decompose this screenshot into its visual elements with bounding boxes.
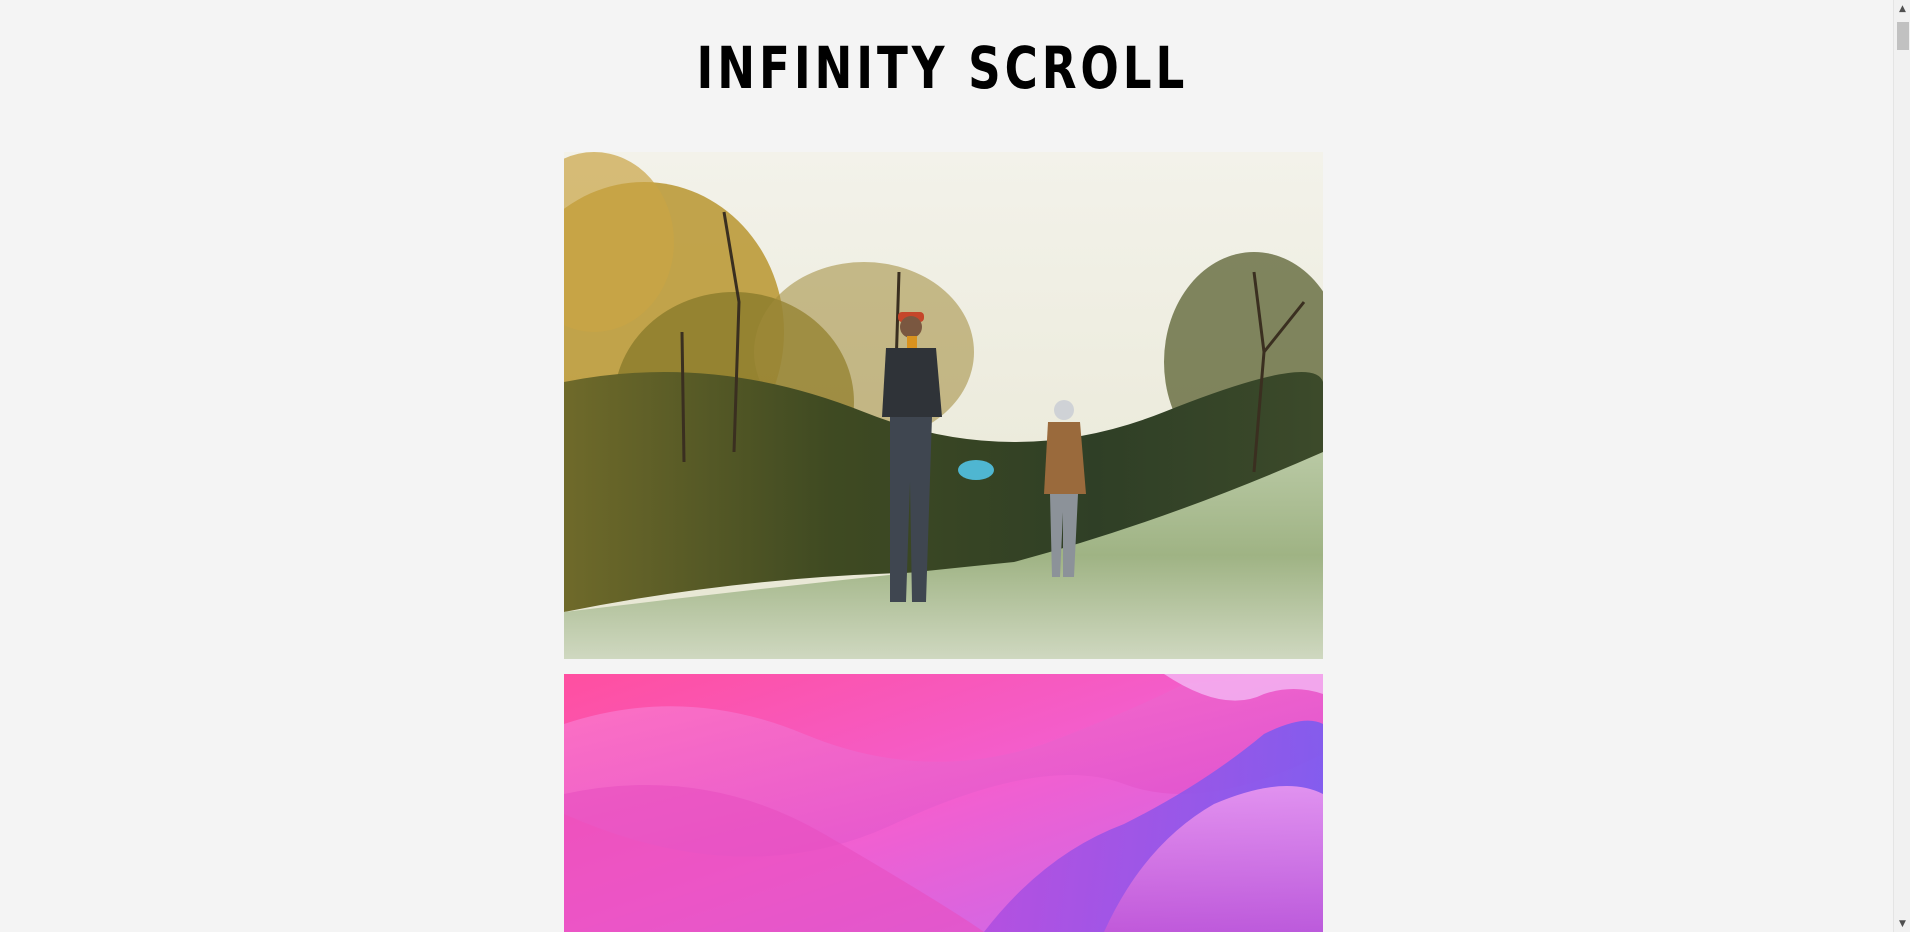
feed-image-1[interactable]: [564, 152, 1323, 659]
abstract-waves-photo: [564, 674, 1323, 932]
scroll-up-icon[interactable]: ▲: [1894, 0, 1910, 17]
page-title: INFINITY SCROLL: [696, 34, 1189, 102]
page-viewport: INFINITY SCROLL: [0, 0, 1893, 932]
feed-image-2[interactable]: [564, 674, 1323, 932]
outdoor-photo: [564, 152, 1323, 659]
scrollbar-thumb[interactable]: [1897, 22, 1909, 50]
vertical-scrollbar[interactable]: ▲ ▼: [1893, 0, 1910, 932]
scroll-down-icon[interactable]: ▼: [1894, 915, 1910, 932]
